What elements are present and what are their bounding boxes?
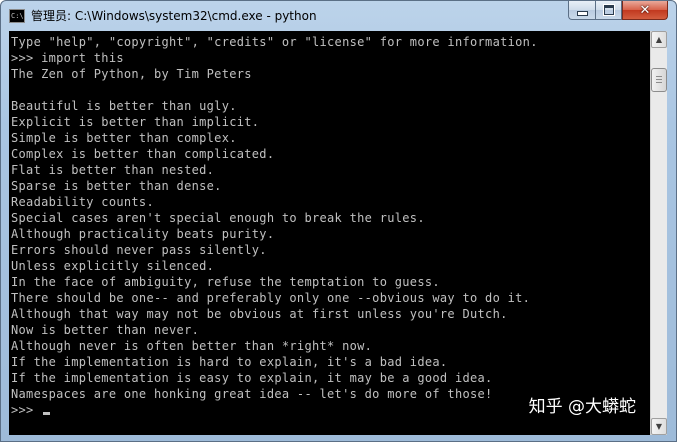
scroll-down-button[interactable]: ▼ (651, 418, 667, 435)
watermark: 知乎 @大蟒蛇 (528, 397, 636, 417)
console-line: Type "help", "copyright", "credits" or "… (11, 35, 538, 49)
close-button[interactable]: ✕ (622, 1, 668, 20)
text-cursor (43, 412, 51, 415)
grip-icon (656, 76, 662, 84)
scroll-up-button[interactable]: ▲ (651, 31, 667, 48)
console-line: Beautiful is better than ugly. (11, 99, 237, 113)
console-line: Complex is better than complicated. (11, 147, 275, 161)
python-prompt: >>> (11, 403, 42, 417)
console-line: Unless explicitly silenced. (11, 259, 215, 273)
console-line: Now is better than never. (11, 323, 200, 337)
console-line: Explicit is better than implicit. (11, 115, 260, 129)
console-line: In the face of ambiguity, refuse the tem… (11, 275, 440, 289)
cmd-window: C:\ 管理员: C:\Windows\system32\cmd.exe - p… (0, 0, 677, 442)
console-line: Flat is better than nested. (11, 163, 215, 177)
minimize-icon (576, 10, 588, 16)
maximize-icon (602, 4, 615, 16)
console-line: Simple is better than complex. (11, 131, 237, 145)
window-title: 管理员: C:\Windows\system32\cmd.exe - pytho… (31, 9, 317, 23)
console-line: >>> import this (11, 51, 124, 65)
console-line: Sparse is better than dense. (11, 179, 222, 193)
vertical-scrollbar[interactable]: ▲ ▼ (650, 31, 667, 435)
console-line: If the implementation is easy to explain… (11, 371, 493, 385)
console-line: Special cases aren't special enough to b… (11, 211, 425, 225)
console-line: Although practicality beats purity. (11, 227, 275, 241)
title-bar[interactable]: C:\ 管理员: C:\Windows\system32\cmd.exe - p… (1, 1, 676, 31)
minimize-button[interactable] (568, 1, 595, 20)
console-prompt-line[interactable]: >>> (11, 402, 538, 418)
cmd-app-icon[interactable]: C:\ (9, 9, 25, 23)
console-line: The Zen of Python, by Tim Peters (11, 67, 252, 81)
chevron-down-icon: ▼ (655, 422, 663, 431)
console-line: Although never is often better than *rig… (11, 339, 373, 353)
console-line: If the implementation is hard to explain… (11, 355, 448, 369)
window-controls: ✕ (568, 1, 668, 21)
console-lines: Type "help", "copyright", "credits" or "… (11, 34, 538, 418)
console-line: There should be one-- and preferably onl… (11, 291, 531, 305)
scrollbar-thumb[interactable] (651, 68, 667, 92)
chevron-up-icon: ▲ (655, 35, 663, 44)
maximize-button[interactable] (595, 1, 622, 20)
close-icon: ✕ (639, 2, 651, 18)
console-line: Readability counts. (11, 195, 154, 209)
console-output[interactable]: Type "help", "copyright", "credits" or "… (9, 31, 650, 435)
console-line: Errors should never pass silently. (11, 243, 267, 257)
console-line: Namespaces are one honking great idea --… (11, 387, 493, 401)
console-line: Although that way may not be obvious at … (11, 307, 508, 321)
